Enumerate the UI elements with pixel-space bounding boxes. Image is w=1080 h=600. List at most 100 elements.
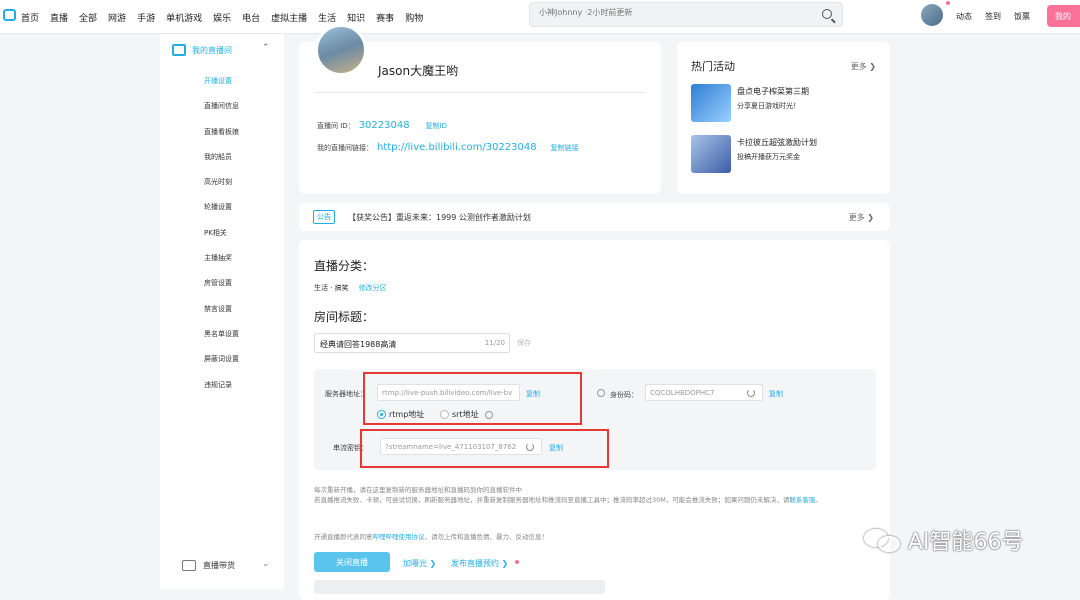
sidebar-item-moderators[interactable]: 房管设置 [204, 278, 239, 303]
search-box [529, 2, 843, 27]
nav-vtuber[interactable]: 虚拟主播 [271, 11, 307, 24]
search-icon[interactable] [822, 9, 832, 19]
sidebar-item-violations[interactable]: 违规记录 [204, 380, 239, 405]
nav-all[interactable]: 全部 [79, 11, 97, 24]
hint-line-3-pre: 开通直播即代表同意 [314, 533, 373, 541]
modify-category-link[interactable]: 修改分区 [359, 284, 387, 292]
sidebar-item-carousel[interactable]: 轮播设置 [204, 202, 239, 227]
profile-card: Jason大魔王哟 直播间 ID： 30223048 复制ID 我的直播间链接： ht… [299, 24, 661, 194]
auth-code-value: CQCOLHBDOPHC7 [650, 389, 715, 397]
user-avatar[interactable] [921, 4, 943, 26]
refresh-icon[interactable] [747, 389, 755, 397]
sidebar-footer-label: 直播带货 [203, 561, 235, 570]
hint-line-3-post: ，请勿上传和直播色情、暴力、反动信息！ [424, 533, 549, 541]
room-title-heading: 房间标题： [314, 310, 375, 324]
room-title-input[interactable]: 经典请回答1988高清 11/20 [314, 333, 510, 353]
nav-mobile-games[interactable]: 手游 [137, 11, 155, 24]
sidebar-header-label: 我的直播间 [192, 45, 232, 55]
copy-auth-button[interactable]: 复制 [769, 389, 783, 399]
divider [315, 92, 645, 93]
sidebar-item-live-commerce[interactable]: 直播带货 [182, 560, 235, 571]
boost-exposure-link[interactable]: 加曝光 ❯ [403, 558, 436, 569]
hint-line-2-text: 若直播推流失败、卡顿，可尝试切换，刷新服务器地址，并重新复制服务器地址和推流码至… [314, 496, 790, 504]
sidebar-item-stream-settings[interactable]: 开播设置 [204, 76, 239, 101]
activity-title: 卡拉彼丘超弦激励计划 [737, 138, 817, 147]
stream-config-box: 服务器地址： rtmp://live-push.bilivideo.com/li… [314, 369, 876, 470]
copy-url-button[interactable]: 复制链接 [551, 144, 579, 152]
streamer-avatar[interactable] [315, 24, 367, 76]
contact-support-link[interactable]: 联系客服 [789, 496, 815, 504]
chevron-down-icon[interactable]: ⌄ [262, 559, 270, 569]
activity-thumbnail [691, 135, 731, 173]
announcement-tag: 公告 [313, 210, 335, 224]
sidebar-item-blocked-words[interactable]: 屏蔽词设置 [204, 354, 239, 379]
meal-ticket-link[interactable]: 饭票 [1014, 11, 1030, 22]
category-heading: 直播分类： [314, 259, 375, 273]
tv-icon [172, 44, 186, 56]
announcement-more-link[interactable]: 更多 ❯ [849, 212, 874, 223]
save-title-button[interactable]: 保存 [517, 338, 531, 348]
room-title-value: 经典请回答1988高清 [320, 340, 397, 349]
auth-code-field[interactable]: CQCOLHBDOPHC7 [645, 384, 763, 401]
nav-shopping[interactable]: 购物 [405, 11, 423, 24]
search-input[interactable] [539, 8, 809, 17]
nav-home[interactable]: 首页 [21, 11, 39, 24]
room-url-row: 我的直播间链接： http://live.bilibili.com/3022304… [317, 142, 579, 153]
room-id-value: 30223048 [358, 120, 410, 131]
checkin-link[interactable]: 签到 [985, 11, 1001, 22]
announcement-text[interactable]: 【获奖公告】重返未来：1999 公测创作者激励计划 [348, 212, 531, 223]
sidebar-item-mute[interactable]: 禁言设置 [204, 304, 239, 329]
activity-subtitle: 投稿开播获万元奖金 [737, 153, 800, 161]
cart-icon [182, 560, 196, 571]
placeholder-bar [314, 580, 605, 594]
nav-online-games[interactable]: 网游 [108, 11, 126, 24]
nav-live[interactable]: 直播 [50, 11, 68, 24]
sidebar-item-pk[interactable]: PK相关 [204, 228, 239, 253]
nav-knowledge[interactable]: 知识 [347, 11, 365, 24]
hot-activities-title: 热门活动 [691, 60, 735, 73]
sidebar-item-blacklist[interactable]: 黑名单设置 [204, 329, 239, 354]
room-url-link[interactable]: http://live.bilibili.com/30223048 [377, 142, 537, 153]
my-live-button[interactable]: 我的 [1047, 5, 1080, 27]
watermark-text: AI智能66号 [908, 530, 1024, 555]
activity-subtitle: 分享夏日游戏时光！ [737, 102, 800, 110]
nav-single-games[interactable]: 单机游戏 [166, 11, 202, 24]
top-navigation-bar: 首页 直播 全部 网游 手游 单机游戏 娱乐 电台 虚拟主播 生活 知识 赛事 … [0, 0, 1080, 34]
nav-esports[interactable]: 赛事 [376, 11, 394, 24]
chevron-up-icon[interactable]: ⌃ [262, 43, 270, 53]
announcement-bar: 公告 【获奖公告】重返未来：1999 公测创作者激励计划 更多 ❯ [299, 203, 890, 231]
publish-reservation-link[interactable]: 发布直播预约 ❯ [451, 558, 508, 569]
dynamic-link[interactable]: 动态 [956, 11, 972, 22]
sidebar-item-lottery[interactable]: 主播抽奖 [204, 253, 239, 278]
activity-title: 盘点电子榨菜第三期 [737, 87, 809, 96]
notification-dot [946, 1, 950, 5]
bilibili-logo-icon[interactable] [3, 9, 16, 21]
server-address-label: 服务器地址： [325, 390, 367, 398]
nav-radio[interactable]: 电台 [242, 11, 260, 24]
stop-live-button[interactable]: 关闭直播 [314, 552, 390, 572]
nav-life[interactable]: 生活 [318, 11, 336, 24]
sidebar: 我的直播间 ⌃ 开播设置 直播间信息 直播看板娘 我的船员 高光时刻 轮播设置 … [160, 34, 284, 589]
user-menu: 动态 签到 饭票 [956, 11, 1043, 22]
category-row: 生活 · 搞笑 修改分区 [314, 283, 387, 293]
activity-thumbnail [691, 84, 731, 122]
auth-code-label-text: 身份码： [610, 391, 638, 399]
hot-activities-card: 热门活动 更多 ❯ 盘点电子榨菜第三期 分享夏日游戏时光！ 卡拉彼丘超弦激励计划… [677, 42, 890, 194]
user-agreement-link[interactable]: 哔哩哔哩使用协议 [373, 533, 425, 541]
sidebar-item-highlights[interactable]: 高光时刻 [204, 177, 239, 202]
nav-entertainment[interactable]: 娱乐 [213, 11, 231, 24]
copy-id-button[interactable]: 复制ID [426, 122, 447, 130]
sidebar-item-mascot[interactable]: 直播看板娘 [204, 127, 239, 152]
sidebar-item-crew[interactable]: 我的船员 [204, 152, 239, 177]
help-icon[interactable] [597, 389, 605, 397]
auth-code-label: 身份码： [597, 389, 638, 400]
sidebar-header-my-room[interactable]: 我的直播间 [172, 44, 232, 56]
room-url-label: 我的直播间链接： [317, 144, 373, 152]
highlight-box-key [360, 429, 609, 468]
sidebar-item-room-info[interactable]: 直播间信息 [204, 101, 239, 126]
hint-line-2-end: 。 [815, 496, 822, 504]
highlight-box-server [363, 372, 582, 425]
hot-more-link[interactable]: 更多 ❯ [851, 61, 876, 72]
room-id-label: 直播间 ID： [317, 122, 355, 130]
watermark: AI智能66号 [864, 524, 1024, 556]
